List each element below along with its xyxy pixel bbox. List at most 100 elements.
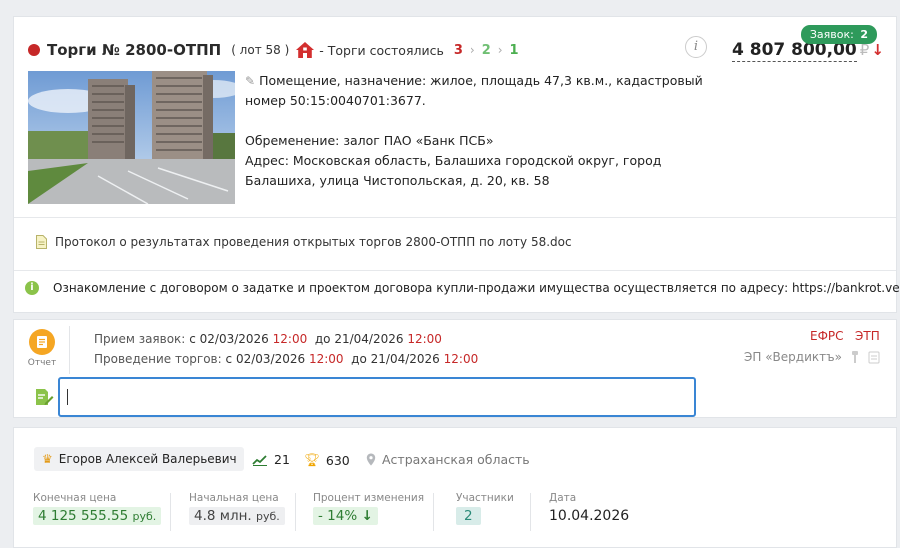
date-metric: Дата 10.04.2026 xyxy=(549,492,629,525)
winner-chip[interactable]: ♛ Егоров Алексей Валерьевич xyxy=(34,447,244,471)
address: Адрес: Московская область, Балашиха горо… xyxy=(245,153,662,188)
crown-icon: ♛ xyxy=(42,452,53,466)
notice-row: i Ознакомление с договором о задатке и п… xyxy=(25,281,900,295)
start-price-label: Начальная цена xyxy=(189,492,279,504)
note-input[interactable] xyxy=(58,377,696,417)
notice-text[interactable]: Ознакомление с договором о задатке и про… xyxy=(53,281,900,295)
stage-step: 2 xyxy=(481,42,491,58)
edit-note-icon xyxy=(36,389,54,405)
applications-end-date: 21/04/2026 xyxy=(334,332,404,346)
to-word: до xyxy=(314,332,331,346)
divider xyxy=(170,493,171,531)
applications-label: Прием заявок: xyxy=(94,332,186,346)
bidding-end-date: 21/04/2026 xyxy=(370,352,440,366)
divider xyxy=(530,493,531,531)
trend-stat: 21 xyxy=(252,452,290,467)
final-price-metric: Конечная цена 4 125 555.55 руб. xyxy=(33,492,162,525)
arrow-down-icon: ↓ xyxy=(361,508,373,524)
bidding-start-date: 02/03/2026 xyxy=(235,352,306,366)
start-price-value: 4.8 млн. руб. xyxy=(189,507,285,525)
applications-end-time: 12:00 xyxy=(407,332,442,346)
from-word: с xyxy=(225,352,233,366)
divider xyxy=(14,217,896,218)
winner-name: Егоров Алексей Валерьевич xyxy=(58,452,237,466)
applications-start-date: 02/03/2026 xyxy=(199,332,269,346)
document-link[interactable]: Протокол о результатах проведения открыт… xyxy=(36,235,572,249)
region-stat: Астраханская область xyxy=(366,452,530,467)
bids-label: Заявок: xyxy=(809,28,854,41)
lot-number: ( лот 58 ) xyxy=(231,43,290,57)
final-price-value: 4 125 555.55 руб. xyxy=(33,507,162,525)
document-icon xyxy=(36,235,47,249)
to-word: до xyxy=(351,352,367,366)
change-value: - 14% ↓ xyxy=(313,507,378,525)
lot-description: ✎ Помещение, назначение: жилое, площадь 4… xyxy=(245,71,705,191)
date-value: 10.04.2026 xyxy=(549,508,630,524)
lot-title-row: Торги № 2800-ОТПП ( лот 58 ) - Торги сос… xyxy=(28,39,519,61)
participants-label: Участники xyxy=(456,492,514,504)
info-icon[interactable]: i xyxy=(685,36,707,58)
bidding-end-time: 12:00 xyxy=(443,352,479,366)
start-price-amount: 4.8 млн. xyxy=(194,508,252,524)
lot-title[interactable]: Торги № 2800-ОТПП xyxy=(47,41,221,59)
final-price-unit: руб. xyxy=(132,510,157,523)
clipboard-icon xyxy=(868,351,880,364)
start-price-unit: руб. xyxy=(256,510,280,523)
auction-status: - Торги состоялись xyxy=(319,42,444,58)
info-icon: i xyxy=(25,281,39,295)
trend-icon xyxy=(252,454,267,466)
applications-start-time: 12:00 xyxy=(272,332,308,346)
platform-name[interactable]: ЭП «Вердиктъ» xyxy=(744,350,842,364)
change-label: Процент изменения xyxy=(313,492,425,504)
bidding-start-time: 12:00 xyxy=(308,352,344,366)
bids-count: 2 xyxy=(860,28,868,41)
stage-step: 1 xyxy=(509,42,519,58)
report-label: Отчет xyxy=(27,358,57,368)
etp-link[interactable]: ЭТП xyxy=(855,329,880,343)
change-amount: - 14% xyxy=(318,508,358,524)
hammer-icon xyxy=(851,351,858,363)
divider xyxy=(295,493,296,531)
stage-steps: 3 › 2 › 1 xyxy=(454,43,519,58)
platform-row: ЭП «Вердиктъ» xyxy=(744,350,880,364)
trophy-stat: 🏆︎ 630 xyxy=(304,452,350,468)
chevron-right-icon: › xyxy=(497,43,503,57)
from-word: с xyxy=(189,332,196,346)
efrs-link[interactable]: ЕФРС xyxy=(810,329,844,343)
status-dot xyxy=(28,44,40,56)
region-name: Астраханская область xyxy=(382,452,530,467)
stage-step: 3 xyxy=(453,42,463,58)
change-metric: Процент изменения - 14% ↓ xyxy=(313,492,424,525)
lot-photo[interactable] xyxy=(28,71,235,204)
divider xyxy=(14,270,896,271)
location-icon xyxy=(366,453,376,466)
participants-metric: Участники 2 xyxy=(456,492,514,525)
arrow-down-icon: ↓ xyxy=(871,41,884,59)
chevron-right-icon: › xyxy=(469,43,475,57)
start-price-metric: Начальная цена 4.8 млн. руб. xyxy=(189,492,285,525)
trend-count: 21 xyxy=(274,452,290,467)
final-price-amount: 4 125 555.55 xyxy=(38,508,129,524)
divider xyxy=(433,493,434,531)
bids-badge[interactable]: Заявок: 2 xyxy=(800,25,877,44)
pencil-icon: ✎ xyxy=(245,74,256,88)
participants-count: 2 xyxy=(456,507,481,525)
trophy-icon: 🏆︎ xyxy=(304,452,320,467)
divider xyxy=(69,326,70,374)
encumbrance: Обременение: залог ПАО «Банк ПСБ» xyxy=(245,133,494,148)
result-card: ♛ Егоров Алексей Валерьевич 21 🏆︎ 630 Ас… xyxy=(13,427,897,548)
property-description: Помещение, назначение: жилое, площадь 47… xyxy=(245,73,703,108)
lot-card: Заявок: 2 Торги № 2800-ОТПП ( лот 58 ) -… xyxy=(13,16,900,313)
document-name[interactable]: Протокол о результатах проведения открыт… xyxy=(55,235,572,249)
schedule-dates: Прием заявок: с 02/03/2026 12:00 до 21/0… xyxy=(94,329,478,369)
bidding-label: Проведение торгов: xyxy=(94,352,222,366)
final-price-label: Конечная цена xyxy=(33,492,117,504)
bidding-period: Проведение торгов: с 02/03/2026 12:00 до… xyxy=(94,349,478,369)
text-caret xyxy=(67,389,68,405)
trophy-count: 630 xyxy=(325,452,350,468)
report-button[interactable]: Отчет xyxy=(25,329,59,368)
applications-period: Прием заявок: с 02/03/2026 12:00 до 21/0… xyxy=(94,329,478,349)
schedule-card: Отчет Прием заявок: с 02/03/2026 12:00 д… xyxy=(13,319,897,418)
house-icon xyxy=(296,42,315,58)
date-label: Дата xyxy=(549,492,577,504)
